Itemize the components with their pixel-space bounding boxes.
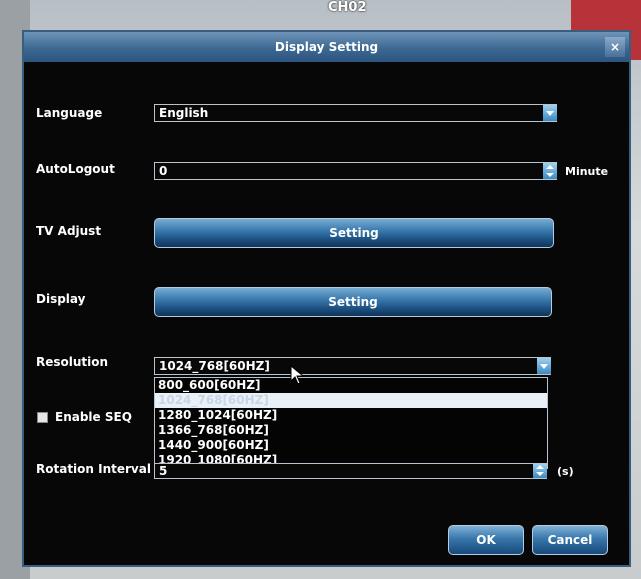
display-setting-button[interactable]: Setting bbox=[154, 287, 552, 317]
spin-up-icon[interactable] bbox=[536, 465, 544, 469]
rotation-interval-label: Rotation Interval bbox=[36, 462, 151, 476]
autologout-input[interactable]: 0 bbox=[154, 162, 557, 180]
resolution-option[interactable]: 1366_768[60HZ] bbox=[155, 423, 547, 438]
resolution-option[interactable]: 1440_900[60HZ] bbox=[155, 438, 547, 453]
language-value: English bbox=[159, 106, 209, 120]
enable-seq-label: Enable SEQ bbox=[55, 410, 132, 424]
autologout-unit: Minute bbox=[565, 165, 609, 178]
rotation-interval-stepper[interactable] bbox=[533, 464, 547, 478]
language-label: Language bbox=[36, 106, 103, 120]
spin-up-icon[interactable] bbox=[546, 165, 554, 169]
cancel-button[interactable]: Cancel bbox=[532, 525, 608, 555]
autologout-stepper[interactable] bbox=[543, 163, 557, 179]
resolution-dropdown-button[interactable] bbox=[537, 358, 551, 374]
resolution-value: 1024_768[60HZ] bbox=[159, 359, 270, 373]
autologout-label: AutoLogout bbox=[36, 162, 115, 176]
tv-adjust-label: TV Adjust bbox=[36, 224, 102, 238]
resolution-select[interactable]: 1024_768[60HZ] bbox=[154, 357, 551, 375]
language-dropdown-button[interactable] bbox=[543, 105, 557, 121]
chevron-down-icon bbox=[546, 111, 554, 116]
dialog-title: Display Setting bbox=[274, 40, 379, 54]
tv-adjust-setting-button[interactable]: Setting bbox=[154, 218, 554, 248]
display-label: Display bbox=[36, 292, 86, 306]
display-setting-dialog: Display Setting × Language English AutoL… bbox=[22, 30, 631, 567]
enable-seq-checkbox[interactable] bbox=[37, 412, 48, 423]
language-select[interactable]: English bbox=[154, 104, 557, 122]
resolution-option[interactable]: 800_600[60HZ] bbox=[155, 378, 547, 393]
dialog-title-bar: Display Setting × bbox=[24, 32, 629, 62]
resolution-option-selected[interactable]: 1024_768[60HZ] bbox=[155, 393, 547, 408]
resolution-label: Resolution bbox=[36, 355, 109, 369]
spin-down-icon[interactable] bbox=[546, 173, 554, 177]
chevron-down-icon bbox=[540, 364, 548, 369]
resolution-dropdown-list: 800_600[60HZ] 1024_768[60HZ] 1280_1024[6… bbox=[154, 377, 548, 469]
rotation-interval-input[interactable]: 5 bbox=[154, 463, 547, 479]
channel-label: CH02 bbox=[328, 0, 367, 15]
close-icon[interactable]: × bbox=[605, 37, 625, 57]
rotation-interval-value: 5 bbox=[159, 464, 168, 478]
mouse-pointer-icon bbox=[290, 365, 305, 385]
spin-down-icon[interactable] bbox=[536, 472, 544, 476]
autologout-value: 0 bbox=[159, 164, 168, 178]
resolution-option[interactable]: 1280_1024[60HZ] bbox=[155, 408, 547, 423]
ok-button[interactable]: OK bbox=[448, 525, 524, 555]
rotation-interval-unit: (s) bbox=[557, 465, 574, 478]
